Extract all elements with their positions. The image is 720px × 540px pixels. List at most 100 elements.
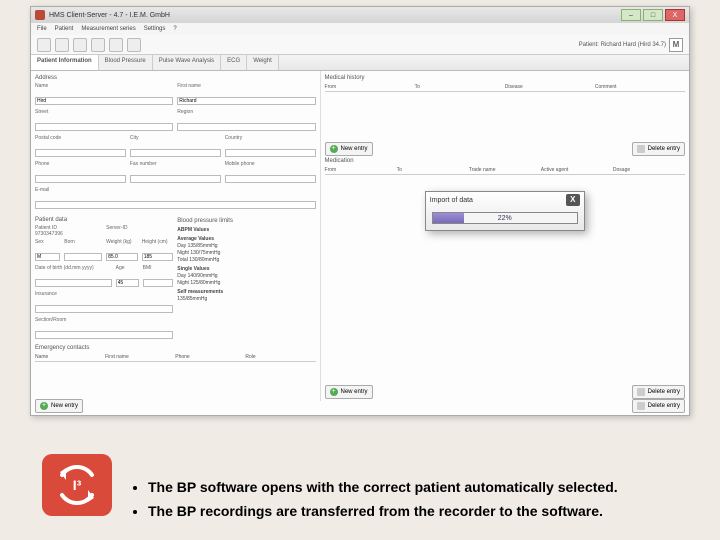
toolbar-icon-6[interactable] [127, 38, 141, 52]
height-label: Height (cm) [142, 239, 174, 245]
avg-day-label: Day [177, 243, 186, 249]
self-meas-header: Self measurements [177, 289, 315, 296]
toolbar-icon-1[interactable] [37, 38, 51, 52]
name-label: Name [35, 83, 173, 89]
progress-bar: 22% [432, 212, 578, 224]
med-col-dosage: Dosage [613, 167, 685, 173]
mobile-label: Mobile phone [225, 161, 316, 167]
phone-input[interactable] [35, 175, 126, 183]
tab-weight[interactable]: Weight [247, 55, 279, 70]
born-input[interactable] [64, 253, 102, 261]
dob-input[interactable] [35, 279, 112, 287]
country-label: Country [225, 135, 316, 141]
street-input[interactable] [35, 123, 173, 131]
firstname-input[interactable] [177, 97, 315, 105]
notes: The BP software opens with the correct p… [130, 478, 680, 526]
maximize-button[interactable]: □ [643, 9, 663, 21]
em-col-first: First name [105, 354, 175, 360]
insurance-input[interactable] [35, 305, 173, 313]
tabs: Patient Information Blood Pressure Pulse… [31, 55, 689, 71]
delete-entry-button-right[interactable]: Delete entry [632, 385, 685, 399]
tab-blood-pressure[interactable]: Blood Pressure [99, 55, 153, 70]
med-col-trade: Trade name [469, 167, 541, 173]
dob-label: Date of birth (dd.mm.yyyy) [35, 265, 112, 271]
tab-ecg[interactable]: ECG [221, 55, 247, 70]
toolbar-icon-4[interactable] [91, 38, 105, 52]
section-room-input[interactable] [35, 331, 173, 339]
patient-data-header: Patient data [35, 217, 173, 223]
medical-history-table-header: From To Disease Comment [325, 83, 685, 92]
email-input[interactable] [35, 201, 316, 209]
left-column: Address Name First name Street Region Po… [31, 71, 321, 401]
mh-col-comment: Comment [595, 84, 685, 90]
sex-label: Sex [35, 239, 60, 245]
minimize-button[interactable]: – [621, 9, 641, 21]
title-bar: HMS Client-Server - 4.7 - I.E.M. GmbH – … [31, 7, 689, 23]
new-entry-button-right[interactable]: +New entry [325, 385, 373, 399]
med-col-from: From [325, 167, 397, 173]
menu-measurement[interactable]: Measurement series [81, 26, 135, 32]
em-col-name: Name [35, 354, 105, 360]
tab-pwa[interactable]: Pulse Wave Analysis [153, 55, 221, 70]
city-input[interactable] [130, 149, 221, 157]
weight-input[interactable] [106, 253, 138, 261]
city-label: City [130, 135, 221, 141]
mobile-input[interactable] [225, 175, 316, 183]
address-header: Address [35, 75, 316, 81]
medication-header: Medication [325, 158, 685, 164]
name-input[interactable] [35, 97, 173, 105]
import-dialog: Import of data X 22% [425, 191, 585, 231]
single-day-label: Day [177, 273, 186, 279]
bmi-label: BMI [143, 265, 174, 271]
single-night-label: Night [177, 280, 189, 286]
menu-settings[interactable]: Settings [144, 26, 166, 32]
mh-col-to: To [415, 84, 505, 90]
height-input[interactable] [142, 253, 174, 261]
section-room-label: Section/Room [35, 317, 173, 323]
toolbar-icon-2[interactable] [55, 38, 69, 52]
svg-text:I³: I³ [73, 477, 82, 493]
mh-col-disease: Disease [505, 84, 595, 90]
mh-col-from: From [325, 84, 415, 90]
country-input[interactable] [225, 149, 316, 157]
phone-label: Phone [35, 161, 126, 167]
i3-logo: I³ [42, 454, 112, 516]
medication-table-header: From To Trade name Active agent Dosage [325, 166, 685, 175]
window-title: HMS Client-Server - 4.7 - I.E.M. GmbH [49, 12, 170, 19]
menu-patient[interactable]: Patient [55, 26, 74, 32]
dialog-close-button[interactable]: X [566, 194, 580, 206]
med-col-agent: Active agent [541, 167, 613, 173]
app-icon [35, 10, 45, 20]
region-input[interactable] [177, 123, 315, 131]
toolbar-icon-5[interactable] [109, 38, 123, 52]
emergency-header: Emergency contacts [35, 345, 316, 351]
sex-input[interactable] [35, 253, 60, 261]
avg-total-label: Total [177, 257, 188, 263]
born-label: Born [64, 239, 102, 245]
avg-night-value: 130/75mmHg [190, 250, 220, 256]
insurance-label: Insurance [35, 291, 173, 297]
bmi-input[interactable] [143, 279, 174, 287]
postal-input[interactable] [35, 149, 126, 157]
tab-patient-info[interactable]: Patient Information [31, 55, 99, 70]
em-col-phone: Phone [175, 354, 245, 360]
app-window: HMS Client-Server - 4.7 - I.E.M. GmbH – … [30, 6, 690, 416]
plus-icon: + [330, 145, 338, 153]
toolbar-icon-3[interactable] [73, 38, 87, 52]
menu-bar: File Patient Measurement series Settings… [31, 23, 689, 35]
menu-help[interactable]: ? [173, 26, 176, 32]
fax-input[interactable] [130, 175, 221, 183]
close-button[interactable]: X [665, 9, 685, 21]
age-input[interactable] [116, 279, 139, 287]
abpm-values-header: ABPM Values [177, 227, 315, 234]
plus-icon: + [330, 388, 338, 396]
new-entry-button-mh[interactable]: +New entry [325, 142, 373, 156]
server-id-label: Server-ID [106, 225, 173, 231]
delete-entry-button-mh[interactable]: Delete entry [632, 142, 685, 156]
menu-file[interactable]: File [37, 26, 47, 32]
new-entry-button-left[interactable]: +New entry [35, 399, 83, 401]
avg-values-header: Average Values [177, 236, 315, 243]
avg-total-value: 130/80mmHg [189, 257, 219, 263]
email-label: E-mail [35, 187, 316, 193]
age-label: Age [116, 265, 139, 271]
